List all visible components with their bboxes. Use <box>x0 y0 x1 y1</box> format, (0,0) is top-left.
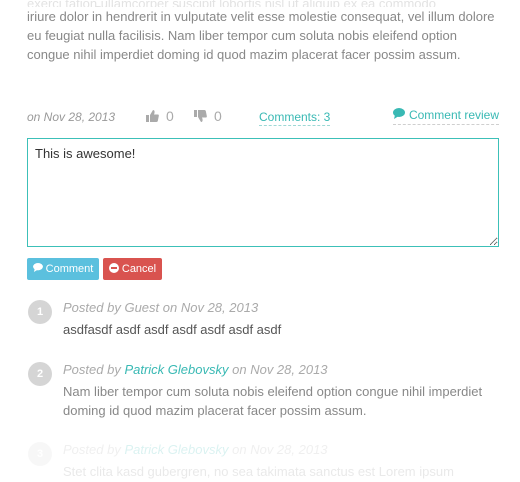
comment-author-line: Posted by Patrick Glebovsky on Nov 28, 2… <box>63 362 328 377</box>
minus-circle-icon <box>108 262 119 276</box>
like-count: 0 <box>166 108 174 124</box>
cancel-label: Cancel <box>121 263 157 275</box>
review-text: iriure dolor in hendrerit in vulputate v… <box>27 9 495 62</box>
comment-review-link[interactable]: Comment review <box>392 108 499 125</box>
posted-by-label: Posted by <box>63 442 121 457</box>
comments-count-link[interactable]: Comments: 3 <box>259 110 331 126</box>
comment-number-badge: 3 <box>28 442 52 466</box>
comment-author-line: Posted by Guest on Nov 28, 2013 <box>63 300 258 315</box>
comment-submit-button[interactable]: Comment <box>27 258 99 280</box>
comment-number-badge: 1 <box>28 300 52 324</box>
comment-date: on Nov 28, 2013 <box>232 362 328 377</box>
speech-bubble-icon <box>32 263 43 275</box>
speech-bubble-icon <box>392 108 405 122</box>
thumbs-down-icon <box>194 110 207 122</box>
comment-text: Stet clita kasd gubergren, no sea takima… <box>63 464 454 479</box>
review-body: exerci tation ullamcorper suscipit lobor… <box>27 0 499 64</box>
comment-number-badge: 2 <box>28 362 52 386</box>
dislike-button[interactable]: 0 <box>194 108 222 124</box>
posted-by-label: Posted by <box>63 300 121 315</box>
comment-submit-label: Comment <box>45 263 94 275</box>
comment-text: asdfasdf asdf asdf asdf asdf asdf asdf <box>63 322 282 337</box>
thumbs-up-icon <box>146 110 159 122</box>
comment-author: Guest <box>124 300 160 315</box>
comment-textarea[interactable]: This is awesome! <box>27 138 499 247</box>
comment-author-line: Posted by Patrick Glebovsky on Nov 28, 2… <box>63 442 328 457</box>
dislike-count: 0 <box>214 108 222 124</box>
posted-by-label: Posted by <box>63 362 121 377</box>
review-meta-bar: on Nov 28, 2013 0 0 Comments: 3 Comment … <box>27 108 499 128</box>
review-date: on Nov 28, 2013 <box>27 110 116 124</box>
comment-review-label: Comment review <box>408 108 499 122</box>
comment-date: on Nov 28, 2013 <box>162 300 259 315</box>
cancel-button[interactable]: Cancel <box>103 258 162 280</box>
comment-text: Nam liber tempor cum soluta nobis eleife… <box>63 384 483 418</box>
comment-date: on Nov 28, 2013 <box>232 442 328 457</box>
comment-author-link[interactable]: Patrick Glebovsky <box>124 362 228 377</box>
review-faded-line: exerci tation ullamcorper suscipit lobor… <box>27 0 499 7</box>
like-button[interactable]: 0 <box>146 108 174 124</box>
comment-author-link[interactable]: Patrick Glebovsky <box>124 442 228 457</box>
